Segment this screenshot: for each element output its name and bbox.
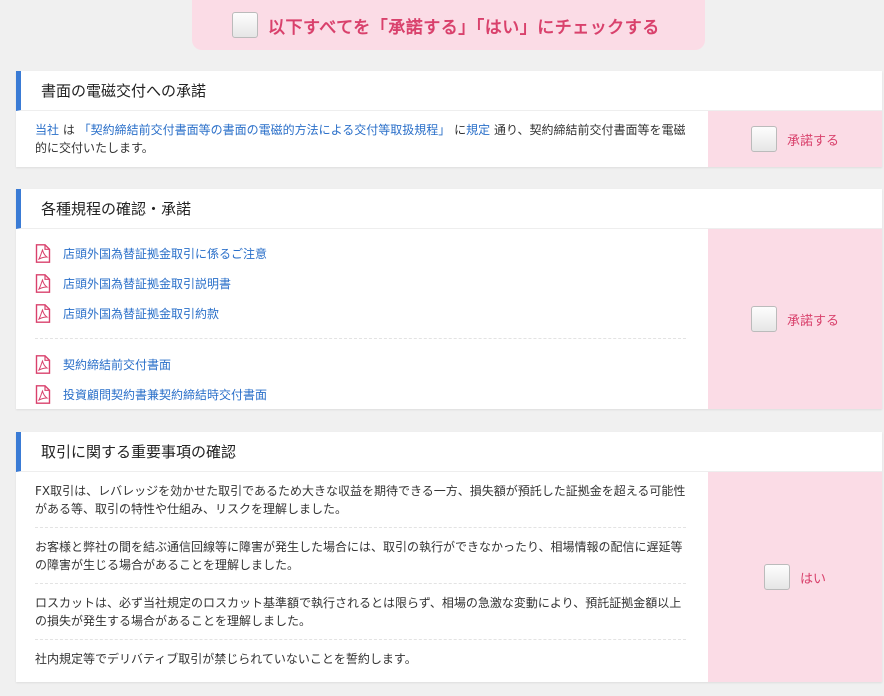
yes-area: はい (708, 472, 882, 682)
check-all-checkbox[interactable] (232, 12, 258, 38)
document-list: 契約締結前交付書面投資顧問契約書兼契約締結時交付書面 (35, 349, 686, 409)
check-all-banner: 以下すべてを「承諾する」「はい」にチェックする (192, 0, 705, 50)
electronic-delivery-text: 当社 は 「契約締結前交付書面等の書面の電磁的方法による交付等取扱規程」 に規定… (35, 123, 686, 155)
important-matters-list: FX取引は、レバレッジを効かせた取引であるため大きな収益を期待できる一方、損失額… (16, 472, 708, 682)
yes-checkbox[interactable] (763, 564, 790, 590)
document-link[interactable]: 契約締結前交付書面 (35, 349, 686, 379)
pdf-icon (35, 303, 51, 323)
section-title: 取引に関する重要事項の確認 (16, 432, 882, 472)
document-list: 店頭外国為替証拠金取引に係るご注意 店頭外国為替証拠金取引説明書 店頭外国為替証拠金… (35, 229, 686, 328)
pdf-icon (35, 354, 51, 374)
rule-link[interactable]: 「契約締結前交付書面等の書面の電磁的方法による交付等取扱規程」 (79, 123, 451, 137)
pdf-icon (35, 273, 51, 293)
accept-label[interactable]: 承諾する (787, 130, 839, 149)
accept-checkbox[interactable] (750, 306, 777, 332)
important-matter-item: ロスカットは、必ず当社規定のロスカット基準額で執行されるとは限らず、相場の急激な… (35, 584, 686, 640)
kitei-link[interactable]: 規定 (466, 123, 490, 137)
document-link-label[interactable]: 投資顧問契約書兼契約締結時交付書面 (63, 386, 267, 403)
document-link[interactable]: 店頭外国為替証拠金取引に係るご注意 (35, 238, 686, 268)
document-link-label[interactable]: 店頭外国為替証拠金取引に係るご注意 (63, 245, 267, 262)
document-link[interactable]: 店頭外国為替証拠金取引説明書 (35, 268, 686, 298)
document-link-label[interactable]: 店頭外国為替証拠金取引約款 (63, 305, 219, 322)
section-important-matters: 取引に関する重要事項の確認 FX取引は、レバレッジを効かせた取引であるため大きな… (16, 432, 882, 682)
accept-checkbox[interactable] (750, 126, 777, 152)
section-title: 書面の電磁交付への承諾 (16, 71, 882, 111)
section-title: 各種規程の確認・承諾 (16, 189, 882, 229)
pdf-icon (35, 243, 51, 263)
company-link[interactable]: 当社 (35, 123, 59, 137)
check-all-label[interactable]: 以下すべてを「承諾する」「はい」にチェックする (268, 13, 660, 38)
accept-area: 承諾する (708, 229, 882, 409)
section-rules-confirmation: 各種規程の確認・承諾 店頭外国為替証拠金取引に係るご注意 店頭外国為替証拠金取引説… (16, 189, 882, 409)
accept-area: 承諾する (708, 111, 882, 167)
divider (35, 338, 686, 339)
accept-label[interactable]: 承諾する (787, 310, 839, 329)
pdf-icon (35, 384, 51, 404)
important-matter-item: お客様と弊社の間を結ぶ通信回線等に障害が発生した場合には、取引の執行ができなかっ… (35, 528, 686, 584)
section-electronic-delivery: 書面の電磁交付への承諾 当社 は 「契約締結前交付書面等の書面の電磁的方法による… (16, 71, 882, 167)
document-link-label[interactable]: 契約締結前交付書面 (63, 356, 171, 373)
yes-label[interactable]: はい (800, 568, 826, 587)
document-link[interactable]: 店頭外国為替証拠金取引約款 (35, 298, 686, 328)
document-link-label[interactable]: 店頭外国為替証拠金取引説明書 (63, 275, 231, 292)
important-matter-item: FX取引は、レバレッジを効かせた取引であるため大きな収益を期待できる一方、損失額… (35, 472, 686, 528)
document-link[interactable]: 投資顧問契約書兼契約締結時交付書面 (35, 379, 686, 409)
important-matter-item: 社内規定等でデリバティブ取引が禁じられていないことを誓約します。 (35, 652, 417, 666)
